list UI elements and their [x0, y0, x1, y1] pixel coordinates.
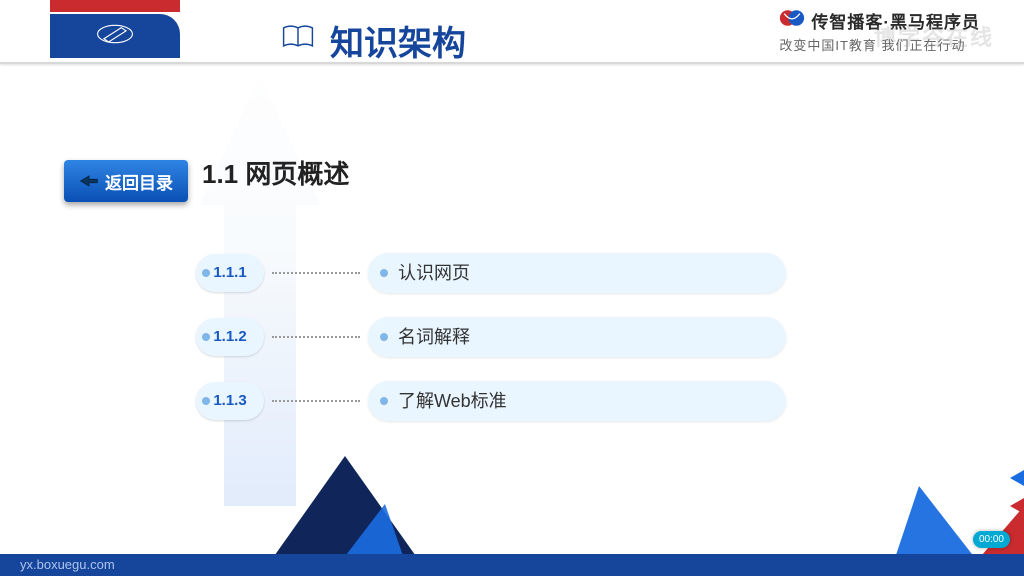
- list-item[interactable]: 1.1.2 名词解释: [196, 314, 786, 360]
- brand-logo-icon: [779, 8, 805, 33]
- header-tab: [50, 14, 180, 58]
- item-label: 了解Web标准: [368, 381, 786, 421]
- item-label: 认识网页: [368, 253, 786, 293]
- section-heading: 1.1 网页概述: [196, 150, 786, 195]
- connector-dots: [272, 400, 360, 402]
- back-to-toc-button[interactable]: 返回目录: [64, 160, 188, 202]
- title-text: 知识架构: [330, 16, 466, 65]
- pencil-icon: [96, 22, 134, 51]
- page-title: 知识架构: [280, 16, 466, 65]
- accent-strip: [50, 0, 180, 12]
- item-number: 1.1.1: [196, 254, 264, 292]
- header: 知识架构 传智播客·黑马程序员 改变中国IT教育 我们正在行动: [0, 0, 1024, 64]
- item-number: 1.1.2: [196, 318, 264, 356]
- back-arrow-icon: [79, 174, 99, 188]
- connector-dots: [272, 336, 360, 338]
- footer-url: yx.boxuegu.com: [20, 557, 115, 572]
- connector-dots: [272, 272, 360, 274]
- back-button-label: 返回目录: [105, 169, 173, 194]
- book-icon: [280, 21, 316, 60]
- item-number: 1.1.3: [196, 382, 264, 420]
- item-label: 名词解释: [368, 317, 786, 357]
- list-item[interactable]: 1.1.1 认识网页: [196, 250, 786, 296]
- video-timestamp: 00:00: [973, 531, 1010, 548]
- topic-list: 1.1.1 认识网页 1.1.2 名词解释 1.1.3 了解Web标准: [196, 250, 786, 442]
- list-item[interactable]: 1.1.3 了解Web标准: [196, 378, 786, 424]
- decor-small-red: [1010, 498, 1024, 514]
- footer: yx.boxuegu.com: [0, 554, 1024, 576]
- decor-small-blue: [1010, 470, 1024, 486]
- header-separator: [0, 62, 1024, 64]
- watermark-text: 博学谷在线: [874, 20, 994, 52]
